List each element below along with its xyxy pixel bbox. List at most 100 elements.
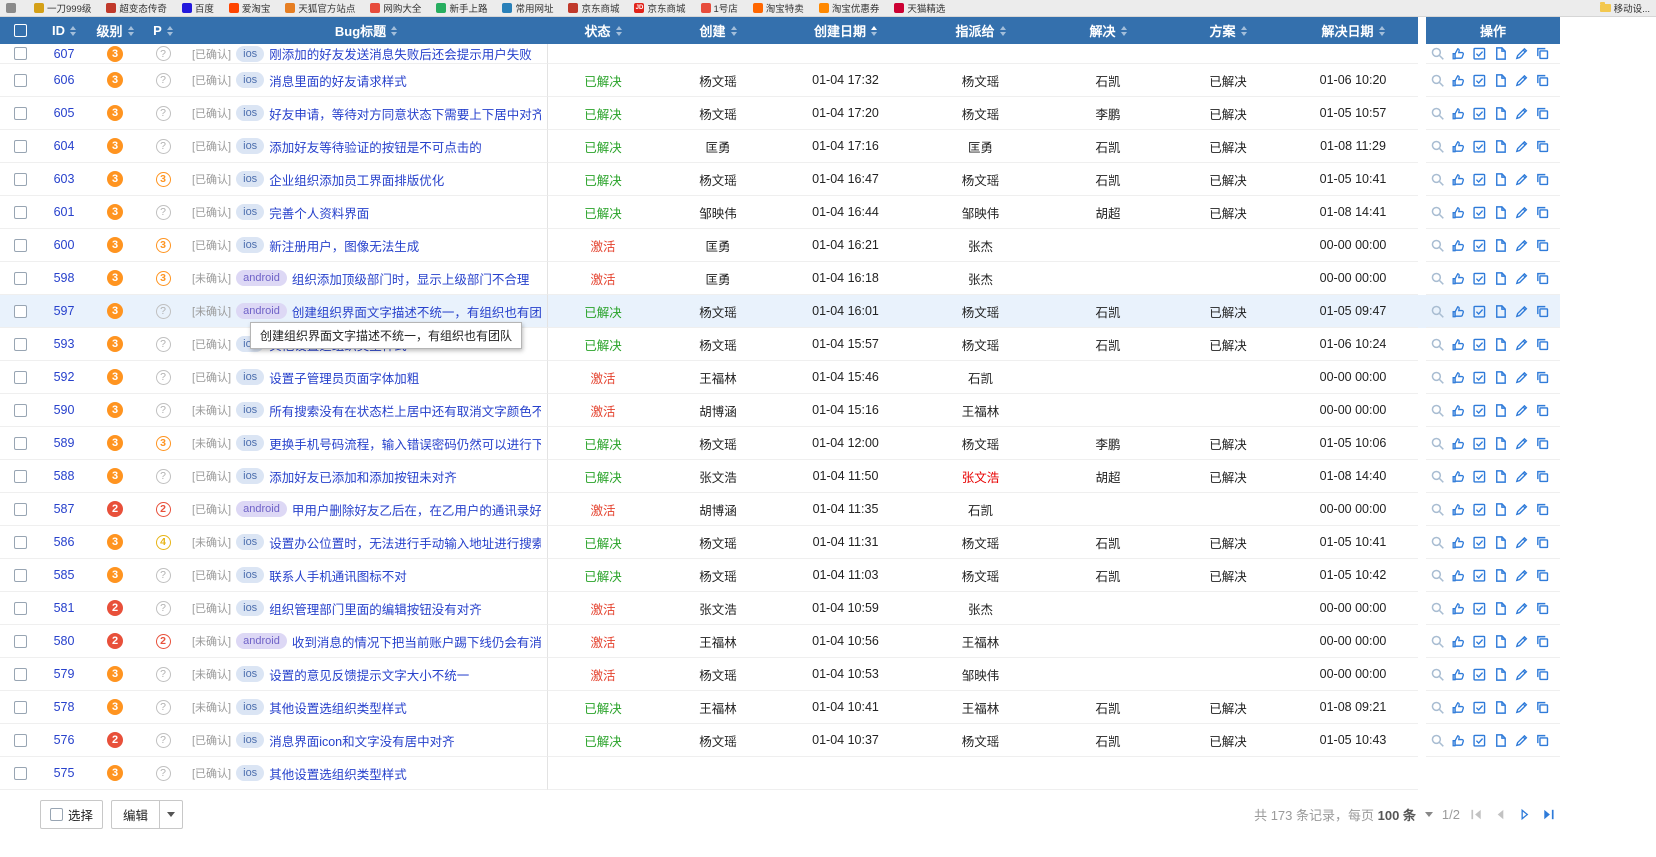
close-icon[interactable] [1493,601,1508,616]
confirm-icon[interactable] [1451,568,1466,583]
bug-title-link[interactable]: 完善个人资料界面 [269,203,369,222]
select-all-checkbox[interactable] [14,24,27,37]
close-icon[interactable] [1493,700,1508,715]
edit-icon[interactable] [1514,304,1529,319]
bookmark-item[interactable]: 爱淘宝 [229,1,271,15]
close-icon[interactable] [1493,73,1508,88]
header-severity[interactable]: 级别 [88,17,142,44]
resolve-icon[interactable] [1472,205,1487,220]
search-icon[interactable] [1430,106,1445,121]
confirm-icon[interactable] [1451,205,1466,220]
confirm-icon[interactable] [1451,403,1466,418]
bookmark-item[interactable]: 超变态传奇 [106,1,167,15]
last-page-button[interactable] [1541,807,1556,822]
copy-icon[interactable] [1535,634,1550,649]
search-icon[interactable] [1430,700,1445,715]
close-icon[interactable] [1493,271,1508,286]
bug-title-link[interactable]: 刚添加的好友发送消息失败后还会提示用户失败 [269,44,532,63]
row-checkbox[interactable] [14,107,27,120]
bookmark-item[interactable]: 网购大全 [370,1,421,15]
row-checkbox[interactable] [14,503,27,516]
row-checkbox[interactable] [14,734,27,747]
bookmark-item[interactable]: 淘宝特卖 [753,1,804,15]
bug-id-link[interactable]: 587 [54,502,75,516]
search-icon[interactable] [1430,46,1445,61]
resolve-icon[interactable] [1472,370,1487,385]
close-icon[interactable] [1493,205,1508,220]
search-icon[interactable] [1430,568,1445,583]
edit-icon[interactable] [1514,271,1529,286]
confirm-icon[interactable] [1451,238,1466,253]
header-assigned-to[interactable]: 指派给 [913,17,1048,44]
row-checkbox[interactable] [14,239,27,252]
close-icon[interactable] [1493,535,1508,550]
close-icon[interactable] [1493,172,1508,187]
copy-icon[interactable] [1535,139,1550,154]
header-creator[interactable]: 创建 [658,17,778,44]
row-checkbox[interactable] [14,635,27,648]
copy-icon[interactable] [1535,469,1550,484]
edit-icon[interactable] [1514,436,1529,451]
resolve-icon[interactable] [1472,172,1487,187]
row-checkbox[interactable] [14,470,27,483]
resolve-icon[interactable] [1472,700,1487,715]
bug-title-link[interactable]: 消息里面的好友请求样式 [269,71,407,90]
edit-icon[interactable] [1514,601,1529,616]
copy-icon[interactable] [1535,205,1550,220]
confirm-icon[interactable] [1451,436,1466,451]
bug-title-link[interactable]: 设置的意见反馈提示文字大小不统一 [269,665,469,684]
confirm-icon[interactable] [1451,370,1466,385]
row-checkbox[interactable] [14,338,27,351]
per-page-value[interactable]: 100 条 [1378,808,1416,823]
edit-icon[interactable] [1514,337,1529,352]
bug-title-link[interactable]: 组织添加顶级部门时，显示上级部门不合理 [292,269,530,288]
edit-icon[interactable] [1514,172,1529,187]
copy-icon[interactable] [1535,370,1550,385]
header-priority[interactable]: P [142,17,184,44]
first-page-button[interactable] [1469,807,1484,822]
row-checkbox[interactable] [14,140,27,153]
bug-id-link[interactable]: 607 [54,47,75,61]
bug-title-link[interactable]: 所有搜索没有在状态栏上居中还有取消文字颜色不对 [269,401,541,420]
bug-title-link[interactable]: 其他设置选组织类型样式 [269,698,407,717]
select-toggle[interactable]: 选择 [40,800,103,829]
confirm-icon[interactable] [1451,535,1466,550]
bug-id-link[interactable]: 579 [54,667,75,681]
search-icon[interactable] [1430,370,1445,385]
bug-id-link[interactable]: 603 [54,172,75,186]
close-icon[interactable] [1493,106,1508,121]
bookmark-item[interactable] [6,3,19,13]
resolve-icon[interactable] [1472,469,1487,484]
search-icon[interactable] [1430,304,1445,319]
copy-icon[interactable] [1535,238,1550,253]
resolve-icon[interactable] [1472,634,1487,649]
edit-icon[interactable] [1514,139,1529,154]
bug-id-link[interactable]: 580 [54,634,75,648]
search-icon[interactable] [1430,535,1445,550]
bug-id-link[interactable]: 581 [54,601,75,615]
edit-icon[interactable] [1514,502,1529,517]
search-icon[interactable] [1430,502,1445,517]
search-icon[interactable] [1430,634,1445,649]
bug-id-link[interactable]: 588 [54,469,75,483]
confirm-icon[interactable] [1451,46,1466,61]
copy-icon[interactable] [1535,601,1550,616]
resolve-icon[interactable] [1472,601,1487,616]
search-icon[interactable] [1430,238,1445,253]
bug-id-link[interactable]: 592 [54,370,75,384]
bug-title-link[interactable]: 甲用户删除好友乙后在，在乙用户的通讯录好友列表仍存在 [292,500,541,519]
bug-title-link[interactable]: 设置办公位置时，无法进行手动输入地址进行搜索 [269,533,541,552]
close-icon[interactable] [1493,139,1508,154]
close-icon[interactable] [1493,469,1508,484]
header-created-date[interactable]: 创建日期 [778,17,913,44]
search-icon[interactable] [1430,601,1445,616]
copy-icon[interactable] [1535,568,1550,583]
close-icon[interactable] [1493,733,1508,748]
resolve-icon[interactable] [1472,436,1487,451]
row-checkbox[interactable] [14,404,27,417]
bookmark-item[interactable]: 天猫精选 [894,1,945,15]
row-checkbox[interactable] [14,437,27,450]
resolve-icon[interactable] [1472,139,1487,154]
resolve-icon[interactable] [1472,733,1487,748]
edit-icon[interactable] [1514,733,1529,748]
